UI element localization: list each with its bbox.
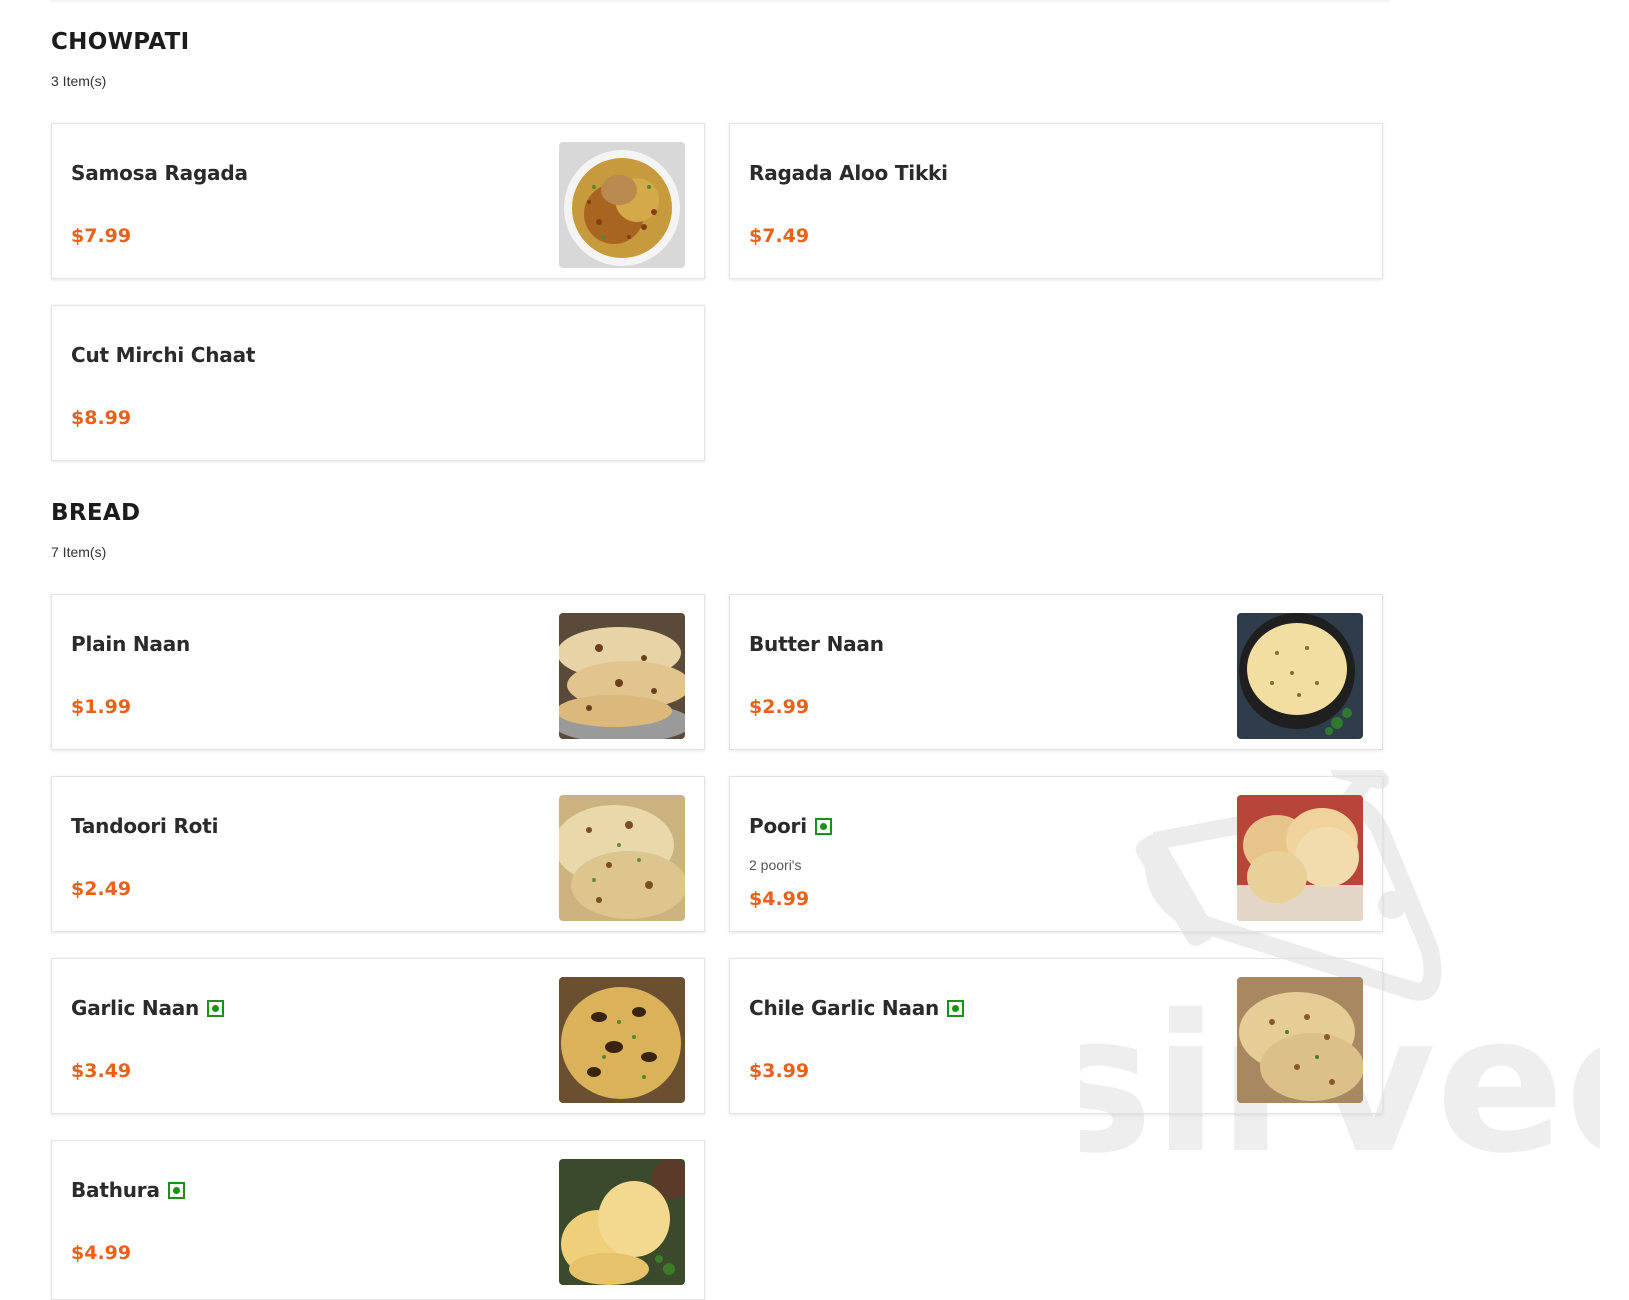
menu-item-price: $4.99 — [71, 1242, 132, 1264]
menu-item-card[interactable]: Cut Mirchi Chaat $8.99 — [51, 305, 705, 461]
veg-indicator-icon — [167, 1181, 185, 1199]
menu-item-card[interactable]: Chile Garlic Naan $3.99 — [729, 958, 1383, 1114]
menu-item-name: Poori — [749, 814, 807, 838]
menu-item-price: $2.49 — [71, 878, 132, 900]
menu-item-price: $1.99 — [71, 696, 132, 718]
menu-item-name: Chile Garlic Naan — [749, 996, 940, 1020]
menu-item-card[interactable]: Tandoori Roti $2.49 — [51, 776, 705, 932]
menu-item-card[interactable]: Poori 2 poori's $4.99 — [729, 776, 1383, 932]
chile-garlic-naan-photo — [1237, 977, 1363, 1103]
section-item-count: 7 Item(s) — [51, 544, 107, 560]
menu-item-card[interactable]: Butter Naan $2.99 — [729, 594, 1383, 750]
tandoori-roti-photo — [559, 795, 685, 921]
veg-indicator-icon — [947, 999, 965, 1017]
menu-item-name: Cut Mirchi Chaat — [71, 343, 256, 367]
menu-item-price: $4.99 — [749, 888, 810, 910]
plain-naan-photo — [559, 613, 685, 739]
menu-item-price: $3.49 — [71, 1060, 132, 1082]
menu-item-name: Plain Naan — [71, 632, 191, 656]
menu-item-name: Bathura — [71, 1178, 160, 1202]
menu-item-card[interactable]: Plain Naan $1.99 — [51, 594, 705, 750]
section-bread: BREAD 7 Item(s) Plain Naan $1.99 Butter … — [51, 498, 1391, 1300]
section-title: BREAD — [51, 500, 141, 526]
menu-item-card[interactable]: Samosa Ragada $7.99 — [51, 123, 705, 279]
poori-photo — [1237, 795, 1363, 921]
menu-item-price: $7.99 — [71, 225, 132, 247]
bathura-photo — [559, 1159, 685, 1285]
menu-item-name: Garlic Naan — [71, 996, 200, 1020]
butter-naan-photo — [1237, 613, 1363, 739]
menu-item-card[interactable]: Ragada Aloo Tikki $7.49 — [729, 123, 1383, 279]
menu-item-name: Samosa Ragada — [71, 161, 248, 185]
menu-item-name: Butter Naan — [749, 632, 884, 656]
menu-item-price: $2.99 — [749, 696, 810, 718]
garlic-naan-photo — [559, 977, 685, 1103]
section-chowpati: CHOWPATI 3 Item(s) Samosa Ragada $7.99 R… — [51, 27, 1391, 461]
section-title: CHOWPATI — [51, 29, 190, 55]
menu-item-card[interactable]: Garlic Naan $3.49 — [51, 958, 705, 1114]
menu-item-name: Ragada Aloo Tikki — [749, 161, 948, 185]
veg-indicator-icon — [207, 999, 225, 1017]
menu-item-description: 2 poori's — [749, 857, 802, 873]
veg-indicator-icon — [814, 817, 832, 835]
top-divider — [50, 0, 1390, 3]
menu-item-card[interactable]: Bathura $4.99 — [51, 1140, 705, 1300]
samosa-ragada-photo — [559, 142, 685, 268]
menu-item-price: $7.49 — [749, 225, 810, 247]
menu-item-price: $8.99 — [71, 407, 132, 429]
menu-item-price: $3.99 — [749, 1060, 810, 1082]
menu-item-name: Tandoori Roti — [71, 814, 219, 838]
section-item-count: 3 Item(s) — [51, 73, 107, 89]
